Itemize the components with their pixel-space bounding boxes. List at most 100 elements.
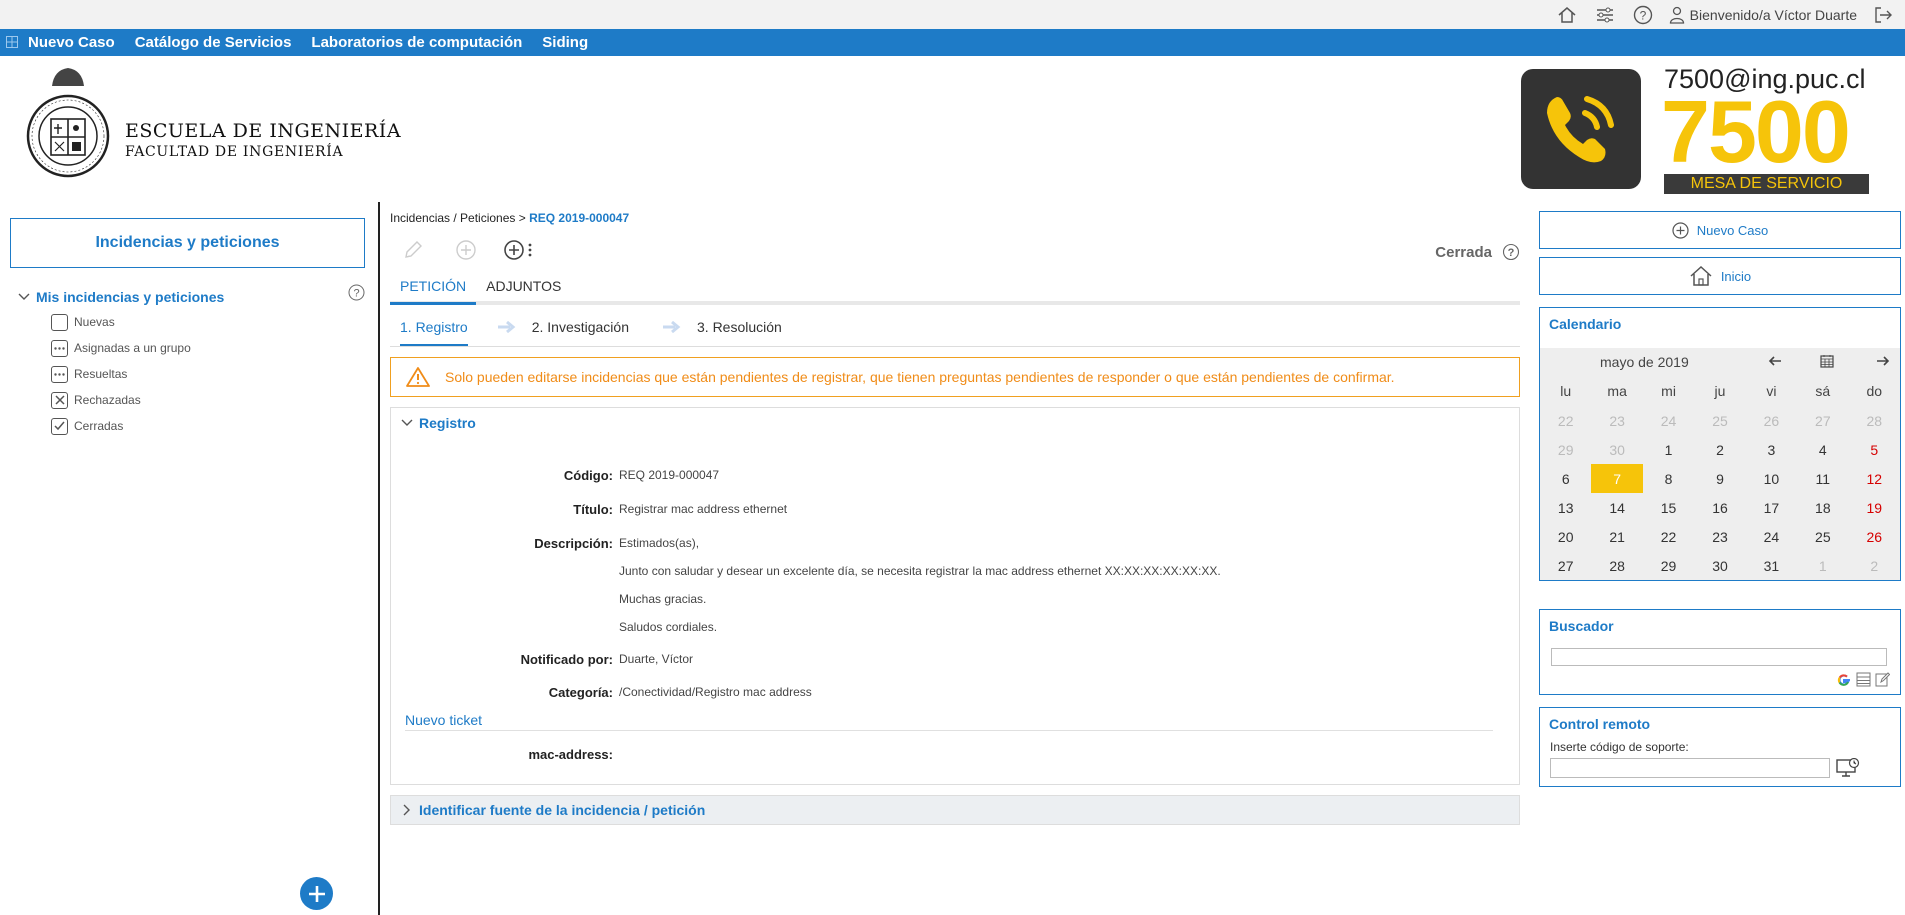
- tree-item-asignadas[interactable]: Asignadas a un grupo: [51, 335, 365, 361]
- calendar-day[interactable]: 14: [1591, 493, 1642, 522]
- calendar-day[interactable]: 20: [1540, 522, 1591, 551]
- calendar-day[interactable]: 2: [1849, 551, 1900, 580]
- chevron-down-icon[interactable]: [18, 291, 30, 303]
- calendar-day[interactable]: 4: [1797, 435, 1848, 464]
- support-code-input[interactable]: [1550, 758, 1830, 778]
- left-panel-title[interactable]: Incidencias y peticiones: [10, 218, 365, 268]
- add-circle-icon[interactable]: [503, 239, 525, 261]
- arrow-right-icon[interactable]: [1876, 356, 1890, 366]
- calendar-day[interactable]: 24: [1746, 522, 1797, 551]
- tree-header[interactable]: Mis incidencias y peticiones ?: [10, 284, 365, 305]
- calendar-day[interactable]: 18: [1797, 493, 1848, 522]
- calendar-day[interactable]: 9: [1694, 464, 1745, 493]
- calendar-day[interactable]: 29: [1540, 435, 1591, 464]
- add-fab-button[interactable]: [300, 877, 333, 910]
- calendar-icon[interactable]: [1820, 354, 1834, 368]
- edit-pencil-icon[interactable]: [402, 239, 424, 261]
- calendar-day[interactable]: 29: [1643, 551, 1694, 580]
- calendar-day[interactable]: 27: [1540, 551, 1591, 580]
- description-line: Estimados(as),: [619, 536, 700, 550]
- registro-section-header[interactable]: Registro: [391, 408, 1519, 438]
- university-seal-logo[interactable]: [24, 64, 112, 182]
- nav-catalogo-servicios[interactable]: Catálogo de Servicios: [135, 34, 292, 51]
- calendar-day[interactable]: 6: [1540, 464, 1591, 493]
- identificar-fuente-section[interactable]: Identificar fuente de la incidencia / pe…: [390, 795, 1520, 825]
- logout-icon[interactable]: [1871, 3, 1895, 27]
- menu-grid-icon[interactable]: [6, 35, 20, 50]
- google-icon[interactable]: [1836, 672, 1852, 688]
- weekday: do: [1866, 383, 1883, 399]
- calendar-title: Calendario: [1549, 316, 1622, 332]
- add-circle-disabled-icon[interactable]: [455, 239, 477, 261]
- calendar-day[interactable]: 10: [1746, 464, 1797, 493]
- top-utility-bar: ? Bienvenido/a Víctor Duarte: [0, 0, 1905, 29]
- calendar-day[interactable]: 23: [1694, 522, 1745, 551]
- calendar-day[interactable]: 7: [1591, 464, 1643, 493]
- help-icon[interactable]: ?: [1631, 3, 1655, 27]
- calendar-day[interactable]: 1: [1643, 435, 1694, 464]
- home-icon[interactable]: [1555, 3, 1579, 27]
- help-icon[interactable]: ?: [1502, 243, 1520, 261]
- calendar-day[interactable]: 8: [1643, 464, 1694, 493]
- more-options-icon[interactable]: [528, 243, 532, 257]
- tree-item-label: Asignadas a un grupo: [74, 341, 191, 355]
- field-value: Registrar mac address ethernet: [619, 502, 788, 516]
- calendar-day[interactable]: 25: [1694, 406, 1745, 435]
- calendar-day[interactable]: 19: [1849, 493, 1900, 522]
- calendar-day[interactable]: 2: [1694, 435, 1745, 464]
- step-resolucion[interactable]: 3. Resolución: [697, 319, 782, 335]
- nav-siding[interactable]: Siding: [542, 34, 588, 51]
- calendar-day[interactable]: 12: [1849, 464, 1900, 493]
- calendar-day[interactable]: 22: [1540, 406, 1591, 435]
- calendar-day[interactable]: 21: [1591, 522, 1642, 551]
- help-icon[interactable]: ?: [348, 284, 365, 301]
- support-code-label: Inserte código de soporte:: [1550, 740, 1689, 754]
- calendar-day[interactable]: 26: [1849, 522, 1900, 551]
- welcome-user[interactable]: Bienvenido/a Víctor Duarte: [1669, 6, 1857, 24]
- nav-nuevo-caso[interactable]: Nuevo Caso: [28, 34, 115, 51]
- sliders-icon[interactable]: [1593, 3, 1617, 27]
- search-input[interactable]: [1551, 648, 1887, 666]
- record-toolbar: Cerrada ?: [390, 233, 1520, 273]
- calendar-day[interactable]: 30: [1694, 551, 1745, 580]
- calendar-day[interactable]: 13: [1540, 493, 1591, 522]
- calendar-day[interactable]: 17: [1746, 493, 1797, 522]
- logo-line-2: FACULTAD DE INGENIERÍA: [125, 144, 344, 160]
- edit-icon[interactable]: [1875, 672, 1890, 688]
- step-investigacion[interactable]: 2. Investigación: [532, 319, 629, 335]
- arrow-right-icon: [497, 320, 516, 333]
- calendar-day[interactable]: 16: [1694, 493, 1745, 522]
- calendar-day[interactable]: 30: [1591, 435, 1642, 464]
- tree-item-cerradas[interactable]: Cerradas: [51, 413, 365, 439]
- calendar-day[interactable]: 24: [1643, 406, 1694, 435]
- calendar-day[interactable]: 5: [1849, 435, 1900, 464]
- nuevo-caso-button[interactable]: Nuevo Caso: [1539, 211, 1901, 249]
- calendar-day[interactable]: 28: [1591, 551, 1642, 580]
- list-icon[interactable]: [1856, 672, 1871, 688]
- tab-adjuntos[interactable]: ADJUNTOS: [476, 273, 571, 301]
- calendar-day[interactable]: 11: [1797, 464, 1848, 493]
- remote-desktop-icon[interactable]: [1836, 758, 1860, 778]
- calendar-day[interactable]: 26: [1746, 406, 1797, 435]
- calendar-day[interactable]: 3: [1746, 435, 1797, 464]
- calendar-day[interactable]: 31: [1746, 551, 1797, 580]
- calendar-day[interactable]: 23: [1591, 406, 1642, 435]
- calendar-day[interactable]: 22: [1643, 522, 1694, 551]
- tree-item-resueltas[interactable]: Resueltas: [51, 361, 365, 387]
- calendar-day[interactable]: 28: [1849, 406, 1900, 435]
- calendar-week: 13 14 15 16 17 18 19: [1540, 493, 1900, 522]
- step-registro[interactable]: 1. Registro: [400, 319, 468, 346]
- calendar-day[interactable]: 1: [1797, 551, 1848, 580]
- calendar-day[interactable]: 25: [1797, 522, 1848, 551]
- calendar-day[interactable]: 15: [1643, 493, 1694, 522]
- nav-laboratorios[interactable]: Laboratorios de computación: [311, 34, 522, 51]
- tree-item-rechazadas[interactable]: Rechazadas: [51, 387, 365, 413]
- breadcrumb-prefix[interactable]: Incidencias / Peticiones >: [390, 211, 529, 225]
- weekday: mi: [1661, 383, 1676, 399]
- arrow-left-icon[interactable]: [1768, 356, 1782, 366]
- tab-peticion[interactable]: PETICIÓN: [390, 273, 477, 305]
- inicio-button[interactable]: Inicio: [1539, 257, 1901, 295]
- tree-item-nuevas[interactable]: Nuevas: [51, 309, 365, 335]
- calendar-day[interactable]: 27: [1797, 406, 1848, 435]
- calendar-days: 22 23 24 25 26 27 28 29 30 1 2 3 4 5 6 7 8 9 10 11 12 13 14 15 1…: [1540, 406, 1900, 580]
